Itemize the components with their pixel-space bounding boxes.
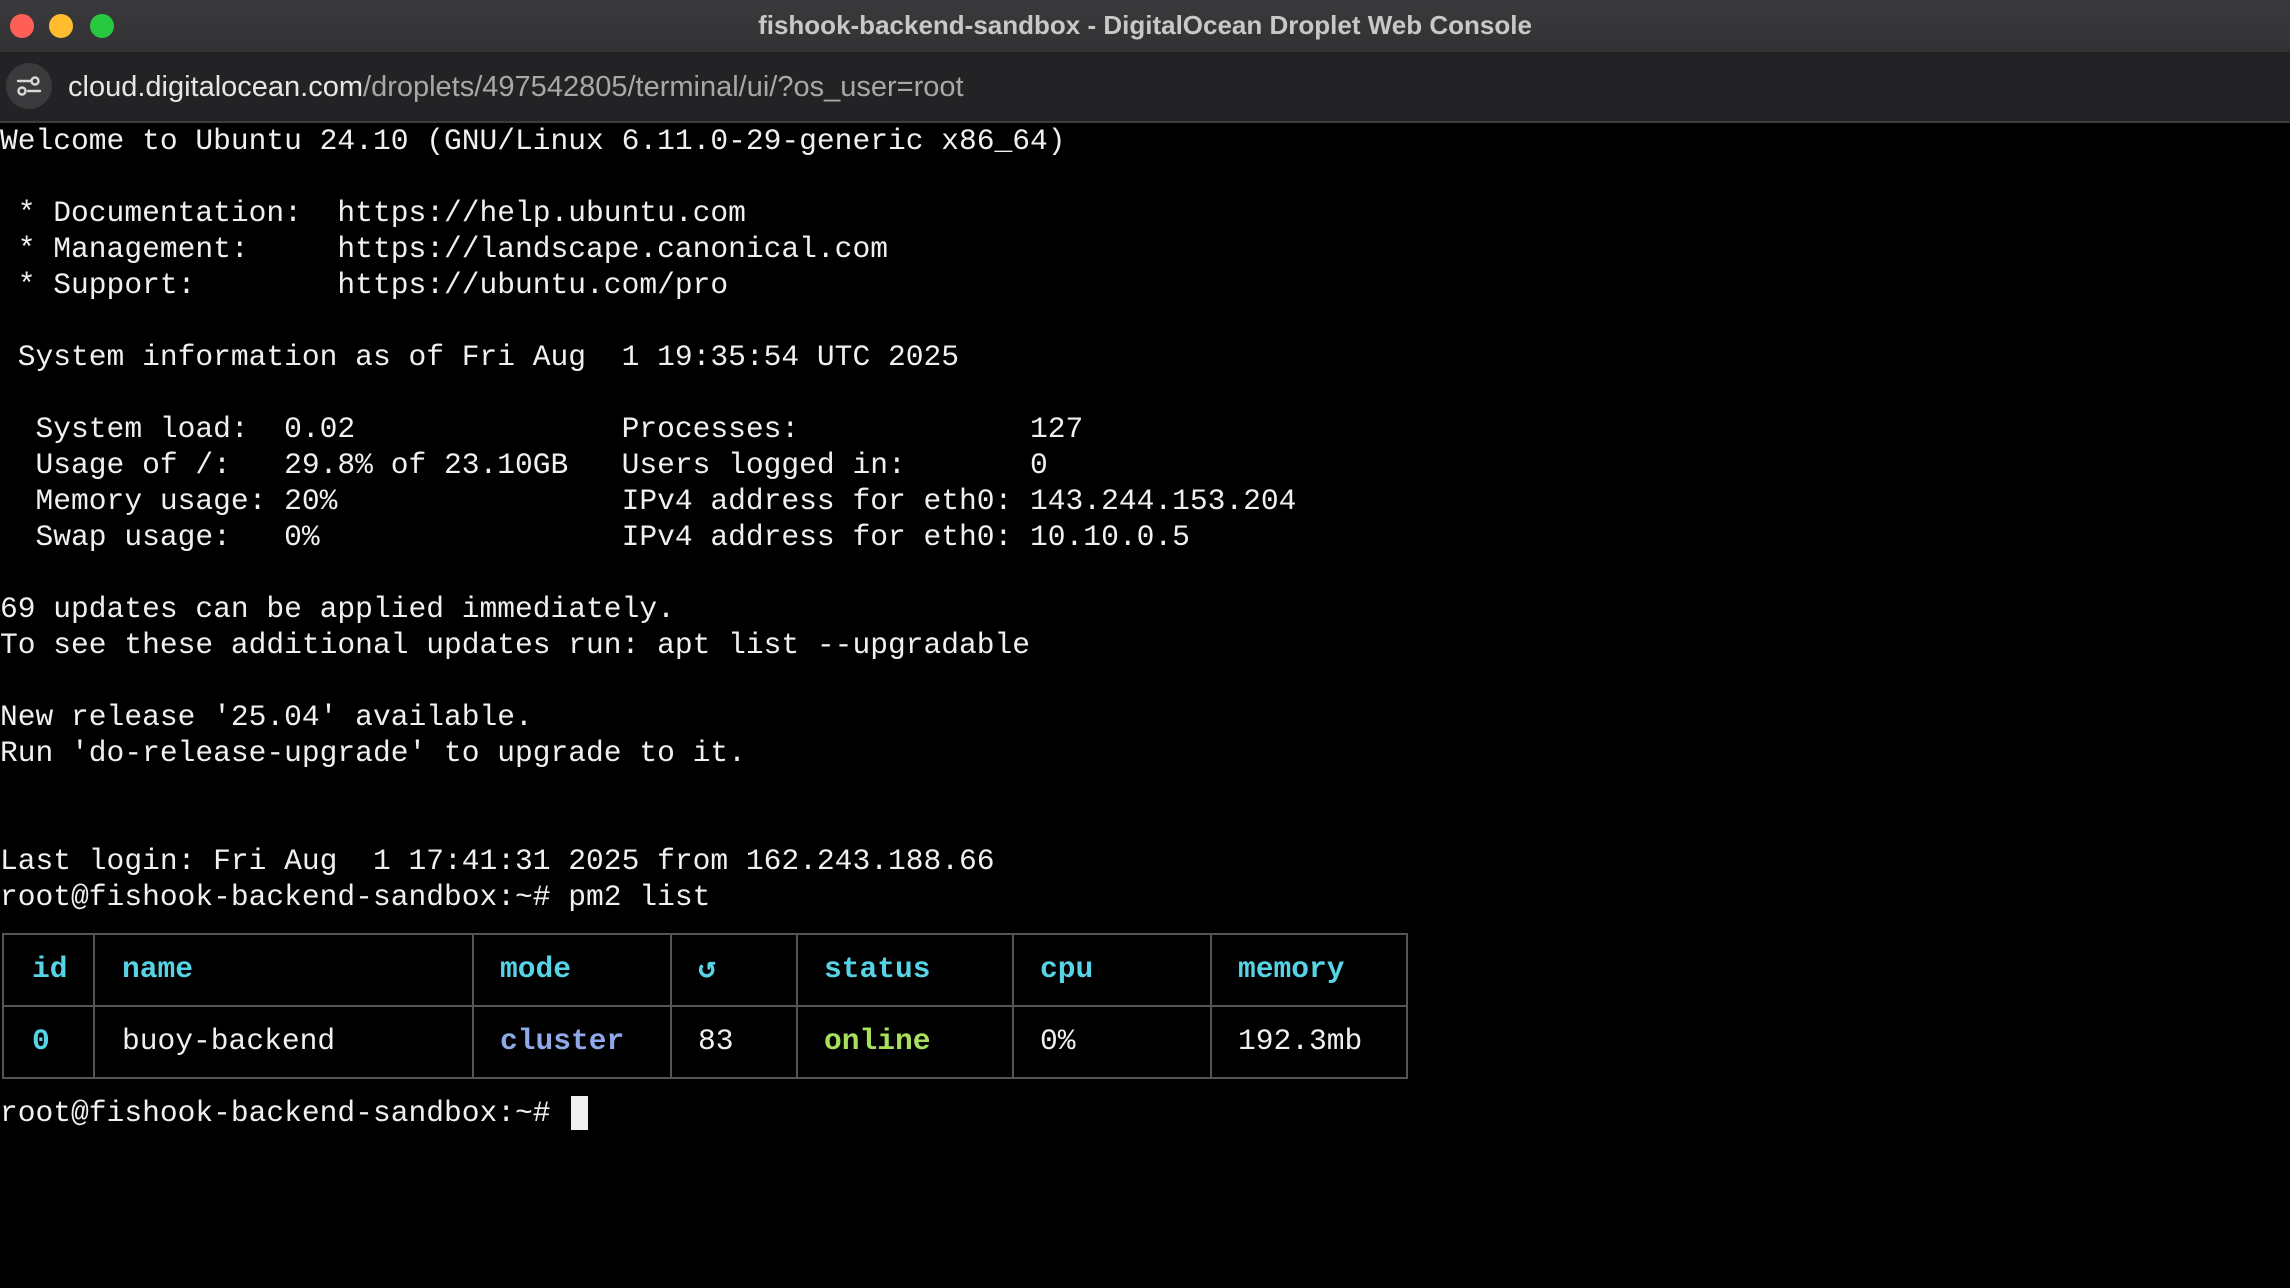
process-memory: 192.3mb [1238, 1024, 1363, 1058]
table-divider [796, 935, 798, 1077]
url-path: /droplets/497542805/terminal/ui/?os_user… [363, 71, 964, 103]
terminal-line: * Support: https://ubuntu.com/pro [0, 268, 729, 302]
url-domain: cloud.digitalocean.com [68, 71, 364, 103]
table-divider [670, 935, 672, 1077]
terminal-line: System load: 0.02 Processes: 127 [0, 412, 1084, 446]
terminal-line: * Documentation: https://help.ubuntu.com [0, 196, 746, 230]
shell-prompt[interactable]: root@fishook-backend-sandbox:~# [0, 1095, 568, 1131]
process-restarts: 83 [698, 1024, 734, 1058]
terminal-line: Memory usage: 20% IPv4 address for eth0:… [0, 484, 1297, 518]
process-cpu: 0% [1040, 1024, 1076, 1058]
process-status: online [824, 1024, 931, 1058]
column-header-id: id [32, 952, 68, 986]
column-header-memory: memory [1238, 952, 1345, 986]
terminal-line: root@fishook-backend-sandbox:~# pm2 list [0, 880, 711, 914]
process-name: buoy-backend [122, 1024, 336, 1058]
terminal-line: * Management: https://landscape.canonica… [0, 232, 888, 266]
url-field[interactable]: cloud.digitalocean.com/droplets/49754280… [68, 53, 964, 121]
column-header-restarts: ↺ [698, 952, 716, 986]
browser-window: fishook-backend-sandbox - DigitalOcean D… [0, 0, 2290, 1288]
terminal-line: Run 'do-release-upgrade' to upgrade to i… [0, 736, 746, 770]
terminal[interactable]: Welcome to Ubuntu 24.10 (GNU/Linux 6.11.… [0, 123, 2290, 1288]
process-id: 0 [32, 1024, 50, 1058]
table-divider [93, 935, 95, 1077]
title-bar: fishook-backend-sandbox - DigitalOcean D… [0, 0, 2290, 53]
column-header-cpu: cpu [1040, 952, 1094, 986]
table-divider [472, 935, 474, 1077]
table-divider [1012, 935, 1014, 1077]
column-header-name: name [122, 952, 194, 986]
address-bar[interactable]: cloud.digitalocean.com/droplets/49754280… [0, 53, 2290, 123]
process-mode: cluster [500, 1024, 625, 1058]
site-settings-icon[interactable] [6, 63, 52, 109]
table-divider [4, 1005, 1406, 1007]
terminal-cursor [571, 1096, 588, 1130]
terminal-line: System information as of Fri Aug 1 19:35… [0, 340, 959, 374]
terminal-line: Last login: Fri Aug 1 17:41:31 2025 from… [0, 844, 995, 878]
terminal-line: Usage of /: 29.8% of 23.10GB Users logge… [0, 448, 1048, 482]
column-header-mode: mode [500, 952, 572, 986]
terminal-line: New release '25.04' available. [0, 700, 533, 734]
pm2-process-table: id name mode ↺ status cpu memory 0 buoy-… [2, 933, 1408, 1079]
terminal-line: 69 updates can be applied immediately. [0, 592, 675, 626]
column-header-status: status [824, 952, 931, 986]
terminal-line: To see these additional updates run: apt… [0, 628, 1031, 662]
terminal-line: Welcome to Ubuntu 24.10 (GNU/Linux 6.11.… [0, 124, 1066, 158]
window-title: fishook-backend-sandbox - DigitalOcean D… [758, 10, 1532, 40]
terminal-line: Swap usage: 0% IPv4 address for eth0: 10… [0, 520, 1190, 554]
table-divider [1210, 935, 1212, 1077]
